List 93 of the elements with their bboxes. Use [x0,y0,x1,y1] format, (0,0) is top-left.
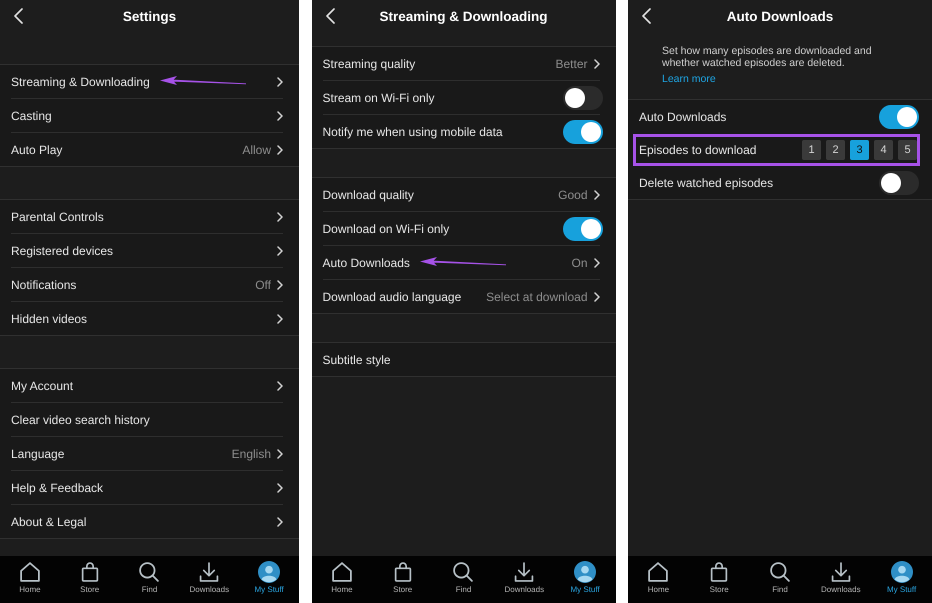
chevron-right-icon [277,448,283,458]
chevron-right-icon [277,110,283,120]
settings-item[interactable]: My Account [11,378,74,392]
settings-item[interactable]: Casting [11,108,52,122]
shopping-bag-icon [394,562,412,582]
description-text: Set how many episodes are downloaded and whether watched episodes are deleted. [662,45,873,69]
setting-value: Allow [242,142,271,156]
back-icon[interactable] [326,8,334,24]
chevron-right-icon [277,246,283,256]
back-icon[interactable] [14,8,23,24]
shopping-bag-icon [710,562,728,582]
setting-label: Download on Wi-Fi only [322,222,450,236]
settings-item[interactable]: Language [11,446,64,460]
settings-item[interactable]: Registered devices [11,244,114,258]
chevron-right-icon [277,482,283,492]
chevron-right-icon [594,258,600,268]
nav-tab[interactable]: My Stuff [871,556,932,603]
toggle-switch[interactable] [562,86,602,110]
screen-title: Auto Downloads [726,8,834,24]
setting-label: Notify me when using mobile data [322,124,503,138]
nav-tab[interactable]: Downloads [179,556,240,603]
episode-count-option[interactable]: 2 [826,140,845,160]
search-icon [453,562,474,582]
download-icon [830,562,851,582]
chevron-right-icon [594,292,600,302]
episode-count-option[interactable]: 3 [850,140,869,160]
setting-label: Delete watched episodes [639,176,774,190]
back-icon[interactable] [642,8,651,24]
nav-tab[interactable]: Home [312,556,372,603]
search-icon [139,562,160,582]
settings-item[interactable]: Hidden videos [11,312,88,326]
episode-count-option[interactable]: 4 [874,140,893,160]
chevron-right-icon [594,58,600,68]
chevron-right-icon [594,190,600,200]
screen-title: Settings [122,8,176,24]
nav-tab[interactable]: Home [628,556,689,603]
settings-item[interactable]: Auto Downloads [322,256,410,270]
shopping-bag-icon [80,562,99,582]
nav-tab[interactable]: Store [60,556,120,603]
chevron-right-icon [277,516,283,526]
chevron-right-icon [277,380,283,390]
setting-label: Auto Downloads [639,110,726,124]
setting-value: Select at download [486,290,588,304]
home-icon [20,562,40,582]
nav-tab[interactable]: Downloads [810,556,872,603]
chevron-right-icon [277,144,283,154]
settings-item[interactable]: Download audio language [322,290,462,304]
nav-tab[interactable]: My Stuff [554,556,616,603]
nav-tab[interactable]: Downloads [494,556,555,603]
settings-item[interactable]: Streaming quality [322,56,416,70]
settings-item[interactable]: Help & Feedback [11,480,104,494]
setting-value: Good [558,188,588,202]
settings-item[interactable]: Download quality [322,188,414,202]
episode-count-option[interactable]: 5 [898,140,917,160]
settings-item[interactable]: Subtitle style [322,352,391,366]
download-icon [514,562,534,582]
search-icon [770,562,790,582]
nav-tab[interactable]: Home [0,556,60,603]
chevron-right-icon [277,76,283,86]
settings-item[interactable]: Notifications [11,278,76,292]
nav-tab[interactable]: My Stuff [239,556,299,603]
nav-tab[interactable]: Store [372,556,434,603]
chevron-right-icon [277,314,283,324]
settings-item[interactable]: Auto Play [11,142,62,156]
home-icon [648,562,668,582]
episode-count-option[interactable]: 1 [802,140,821,160]
setting-value: English [232,446,271,460]
toggle-switch[interactable] [879,104,919,128]
screen-title: Streaming & Downloading [379,8,548,24]
download-icon [199,562,220,582]
avatar-icon [258,561,280,583]
setting-value: On [571,256,588,270]
home-icon [332,562,352,582]
chevron-right-icon [277,280,283,290]
nav-tab[interactable]: Find [750,556,810,603]
learn-more-link[interactable]: Learn more [662,73,716,85]
settings-item[interactable]: Clear video search history [11,412,150,426]
chevron-right-icon [277,212,283,222]
avatar-icon [890,561,913,583]
setting-value: Better [555,56,588,70]
setting-value: Off [255,278,271,292]
settings-item[interactable]: Streaming & Downloading [11,74,150,88]
nav-tab[interactable]: Find [433,556,494,603]
nav-tab[interactable]: Store [688,556,750,603]
setting-label: Episodes to download [639,142,756,156]
setting-label: Stream on Wi-Fi only [322,90,435,104]
nav-tab[interactable]: Find [120,556,180,603]
avatar-icon [574,561,596,583]
toggle-switch[interactable] [562,120,602,144]
toggle-switch[interactable] [562,216,602,240]
toggle-switch[interactable] [879,170,919,194]
settings-item[interactable]: About & Legal [11,514,86,528]
settings-item[interactable]: Parental Controls [11,210,104,224]
